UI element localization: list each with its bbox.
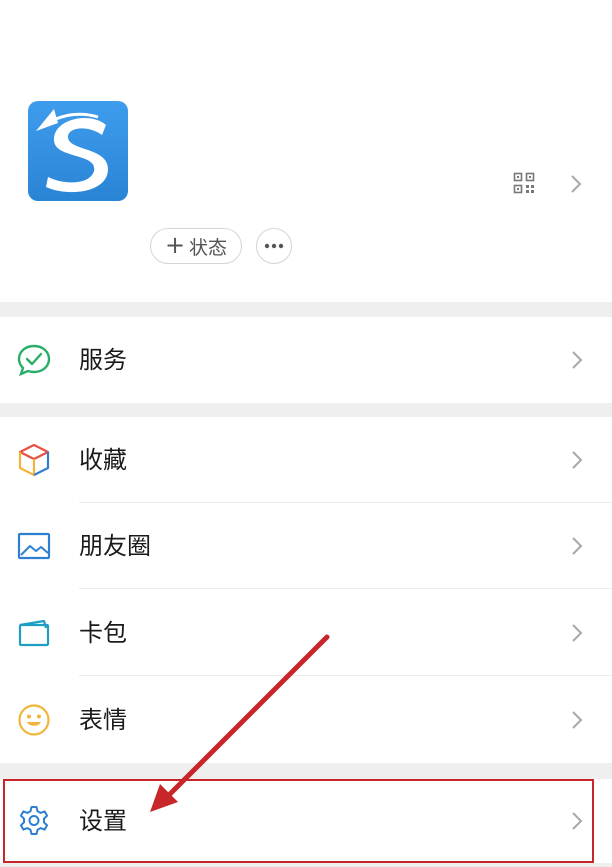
- menu-item-cards[interactable]: 卡包: [0, 590, 612, 676]
- chevron-right-icon: [572, 537, 583, 555]
- chevron-right-icon: [572, 351, 583, 369]
- chevron-right-icon[interactable]: [569, 174, 583, 194]
- gear-icon: [19, 806, 49, 835]
- plus-icon: +: [164, 231, 186, 259]
- section-separator: [0, 863, 612, 867]
- menu-item-settings[interactable]: 设置: [0, 779, 612, 863]
- menu-item-services[interactable]: 服务: [0, 317, 612, 403]
- menu-item-label: 收藏: [79, 446, 127, 474]
- row-divider: [79, 675, 612, 676]
- status-button-label: 状态: [189, 236, 228, 259]
- chevron-right-icon: [572, 451, 583, 469]
- section-separator: [0, 403, 612, 417]
- smiley-face-icon: [18, 704, 50, 736]
- services-icon: [17, 344, 51, 377]
- menu-item-label: 表情: [79, 706, 127, 734]
- landscape-image-icon: [17, 532, 51, 560]
- menu-item-label: 服务: [79, 346, 127, 374]
- section-separator: [0, 763, 612, 779]
- menu-item-stickers[interactable]: 表情: [0, 677, 612, 763]
- cube-icon: [18, 443, 50, 477]
- chevron-right-icon: [572, 812, 583, 830]
- chevron-right-icon: [572, 711, 583, 729]
- menu-item-label: 朋友圈: [79, 532, 151, 560]
- menu-item-moments[interactable]: 朋友圈: [0, 503, 612, 589]
- menu-item-favorites[interactable]: 收藏: [0, 417, 612, 503]
- qr-code-icon[interactable]: [513, 172, 535, 194]
- row-divider: [79, 588, 612, 589]
- add-status-button[interactable]: + 状态: [150, 228, 242, 264]
- menu-item-label: 设置: [79, 807, 127, 835]
- avatar[interactable]: [28, 101, 128, 201]
- chevron-right-icon: [572, 624, 583, 642]
- me-page: + 状态 服务 收藏 朋友圈 卡包 表情 设置: [0, 0, 612, 867]
- more-dots-icon: [264, 243, 284, 249]
- profile-header[interactable]: + 状态: [0, 0, 612, 302]
- card-wallet-icon: [18, 619, 50, 647]
- more-options-button[interactable]: [256, 228, 292, 264]
- section-separator: [0, 302, 612, 317]
- menu-item-label: 卡包: [79, 619, 127, 647]
